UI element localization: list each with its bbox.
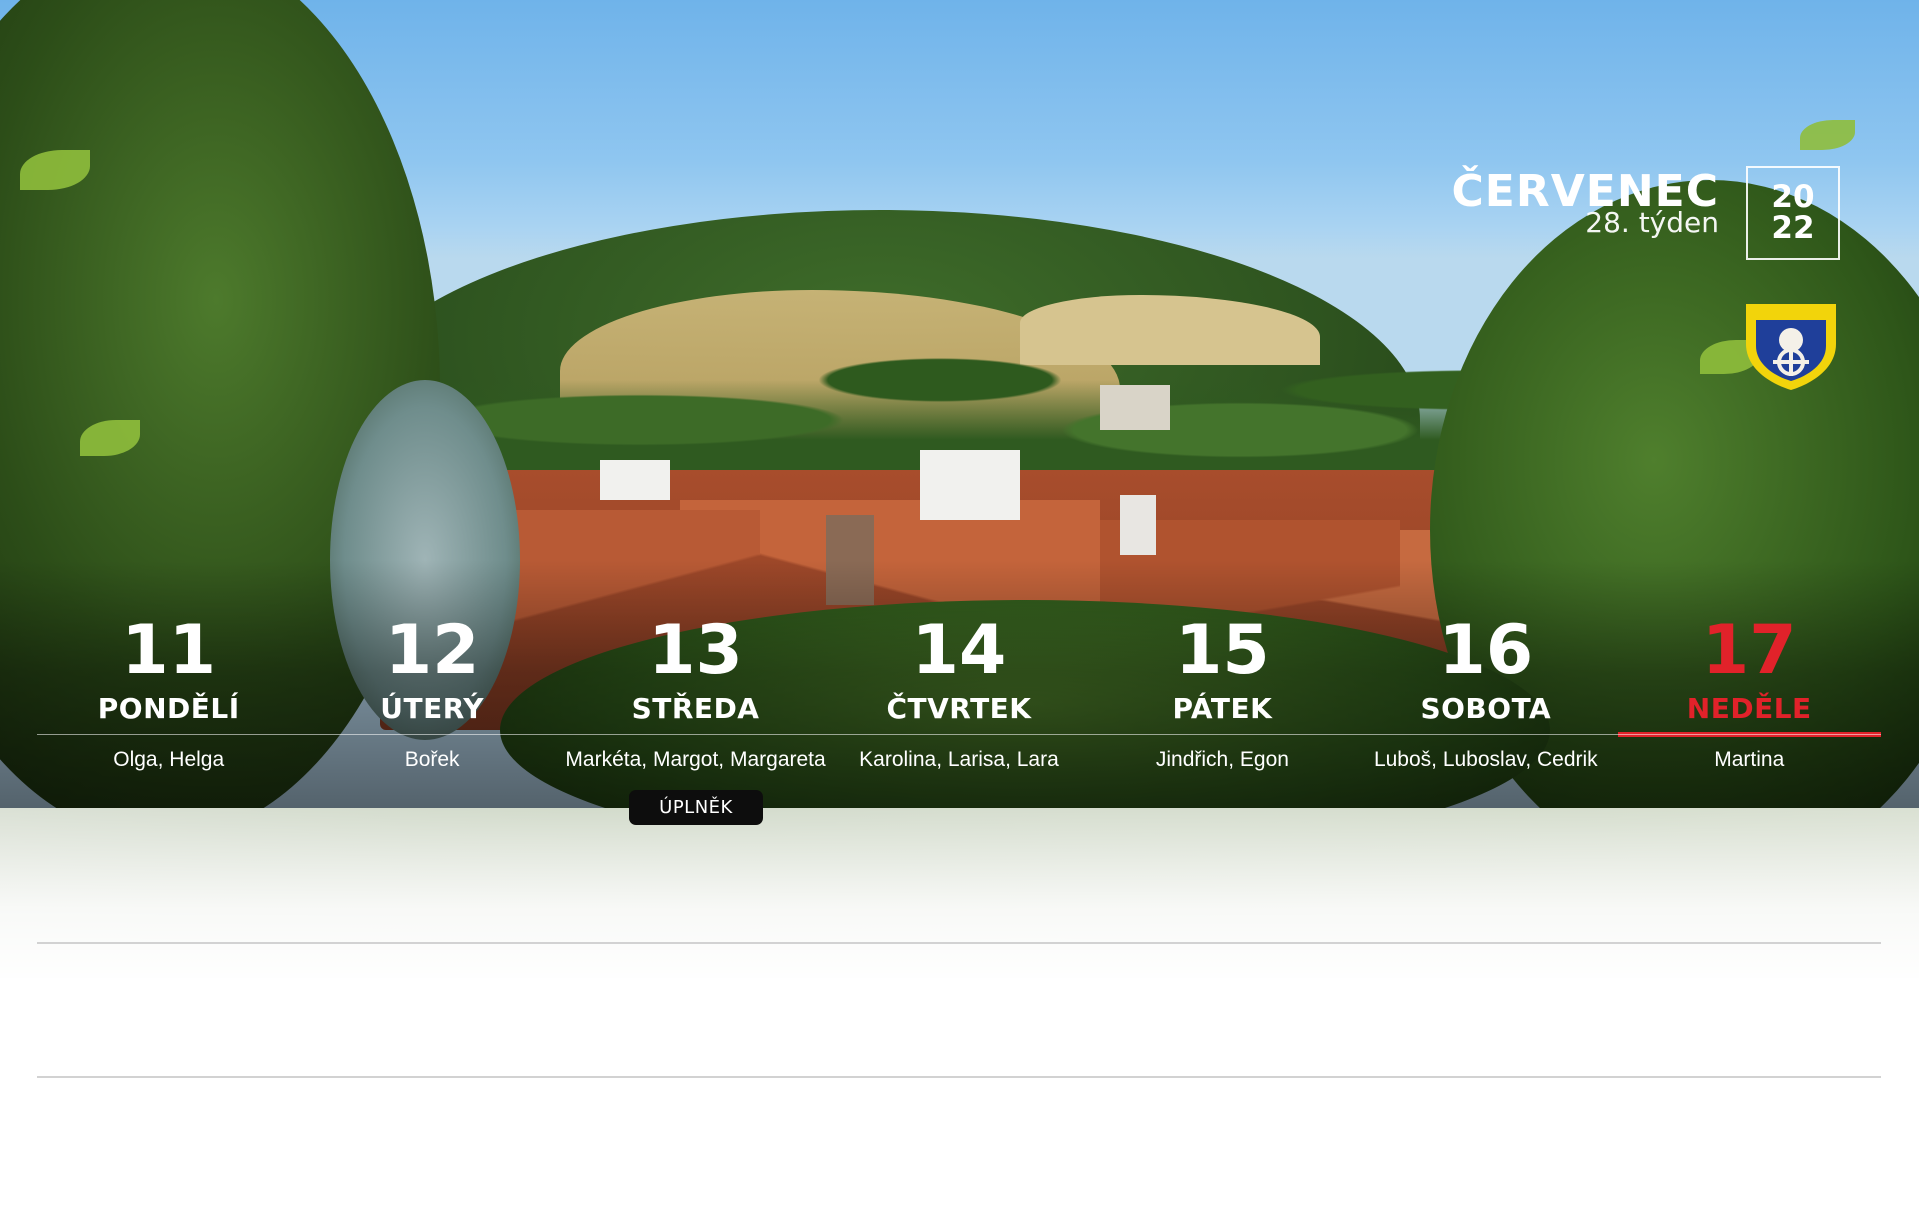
nameday: Markéta, Margot, Margareta bbox=[565, 748, 826, 771]
writing-line bbox=[37, 942, 1881, 944]
day-name: PÁTEK bbox=[1172, 692, 1273, 725]
day-name: ČTVRTEK bbox=[886, 692, 1032, 725]
year-box: 20 22 bbox=[1746, 166, 1840, 260]
day-number: 13 bbox=[648, 611, 743, 690]
day-name: ÚTERÝ bbox=[380, 692, 485, 725]
day-sunday: 17 NEDĚLE bbox=[1617, 610, 1881, 740]
white-fade bbox=[0, 808, 1919, 1210]
nameday: Olga, Helga bbox=[113, 748, 225, 771]
day-name: PONDĚLÍ bbox=[97, 692, 240, 725]
week-days: 11 PONDĚLÍ 12 ÚTERÝ 13 STŘEDA 14 ČTVRTEK… bbox=[37, 610, 1881, 740]
writing-line bbox=[37, 1076, 1881, 1078]
month-header: ČERVENEC 28. týden bbox=[1451, 170, 1719, 238]
coat-of-arms-icon bbox=[1746, 304, 1836, 390]
chimney bbox=[1120, 495, 1156, 555]
day-number: 17 bbox=[1701, 611, 1797, 690]
day-number: 11 bbox=[121, 611, 217, 690]
nameday: Luboš, Luboslav, Cedrik bbox=[1373, 748, 1598, 771]
white-house bbox=[920, 450, 1020, 520]
day-number: 16 bbox=[1438, 611, 1534, 690]
day-name: STŘEDA bbox=[631, 692, 760, 725]
day-name: SOBOTA bbox=[1420, 692, 1552, 725]
house bbox=[1100, 385, 1170, 430]
namedays-row: Olga, Helga Bořek Markéta, Margot, Marga… bbox=[37, 742, 1881, 778]
day-number: 15 bbox=[1175, 611, 1270, 690]
day-thursday: 14 ČTVRTEK bbox=[827, 610, 1090, 740]
day-wednesday: 13 STŘEDA bbox=[564, 610, 827, 740]
day-saturday: 16 SOBOTA bbox=[1354, 610, 1617, 740]
year-top: 20 bbox=[1771, 179, 1815, 215]
day-monday: 11 PONDĚLÍ bbox=[37, 610, 300, 740]
days-divider bbox=[37, 734, 1881, 735]
day-number: 12 bbox=[384, 611, 480, 690]
day-friday: 15 PÁTEK bbox=[1091, 610, 1354, 740]
day-name: NEDĚLE bbox=[1686, 692, 1812, 725]
nameday: Martina bbox=[1714, 748, 1785, 771]
day-tuesday: 12 ÚTERÝ bbox=[300, 610, 563, 740]
year-bottom: 22 bbox=[1771, 210, 1815, 246]
white-house bbox=[600, 460, 670, 500]
week-number: 28. týden bbox=[1585, 206, 1719, 239]
moon-phase-badge: ÚPLNĚK bbox=[629, 790, 763, 825]
nameday: Bořek bbox=[404, 748, 460, 771]
leaf bbox=[1800, 120, 1855, 150]
nameday: Jindřich, Egon bbox=[1155, 748, 1289, 771]
day-number: 14 bbox=[911, 611, 1007, 690]
nameday: Karolina, Larisa, Lara bbox=[859, 748, 1059, 771]
